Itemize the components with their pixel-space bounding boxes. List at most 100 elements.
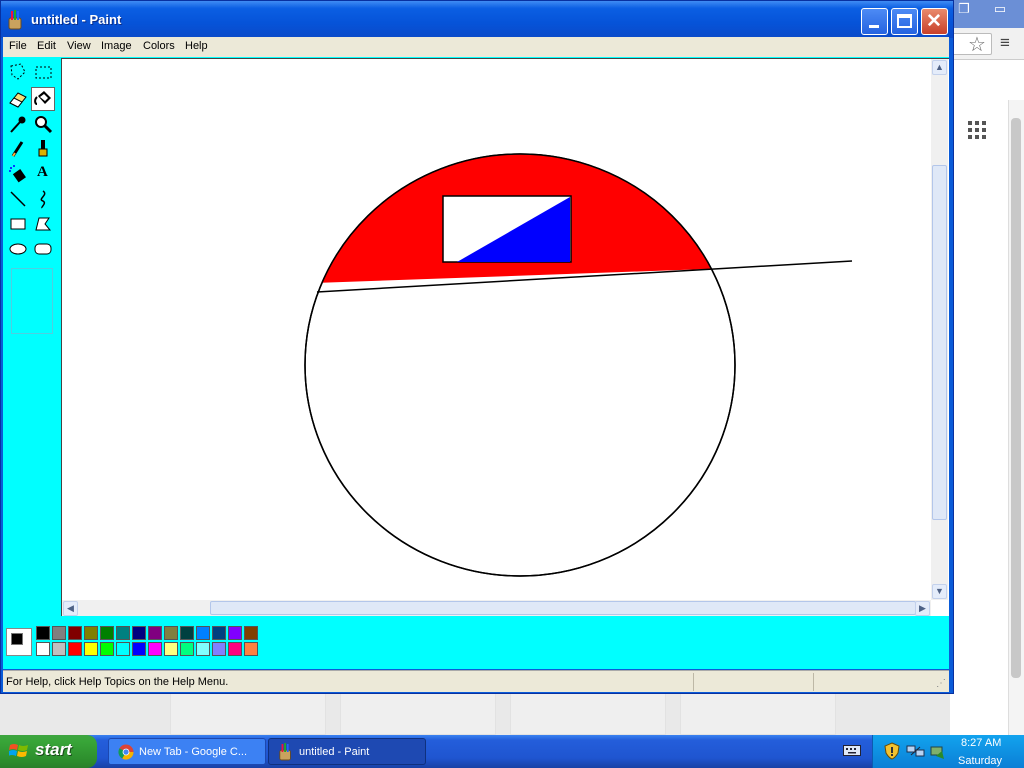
minimize-button[interactable] bbox=[861, 8, 888, 35]
tool-options-box[interactable] bbox=[11, 268, 53, 334]
current-colors-box[interactable] bbox=[6, 628, 32, 656]
palette-swatch[interactable] bbox=[228, 626, 242, 640]
taskbar-button-paint[interactable]: untitled - Paint bbox=[268, 738, 426, 765]
scroll-down-icon[interactable]: ▼ bbox=[932, 584, 947, 599]
resize-grip-icon[interactable]: ⋰ bbox=[936, 678, 946, 689]
apps-grid-icon[interactable] bbox=[968, 121, 986, 142]
palette-swatch[interactable] bbox=[68, 626, 82, 640]
palette-swatch[interactable] bbox=[116, 642, 130, 656]
security-shield-icon[interactable] bbox=[884, 742, 900, 763]
pick-color-icon[interactable] bbox=[6, 112, 30, 136]
drawing-canvas[interactable] bbox=[61, 58, 949, 616]
menu-icon[interactable]: ≡ bbox=[1000, 33, 1010, 53]
airbrush-icon[interactable] bbox=[6, 162, 30, 186]
status-separator bbox=[813, 673, 814, 691]
palette-swatch[interactable] bbox=[52, 642, 66, 656]
foreground-color bbox=[11, 633, 23, 645]
chrome-icon bbox=[118, 744, 134, 763]
menu-edit[interactable]: Edit bbox=[37, 40, 56, 52]
palette-swatch[interactable] bbox=[244, 642, 258, 656]
vertical-scroll-thumb[interactable] bbox=[932, 165, 947, 520]
minimize-icon[interactable]: ▭ bbox=[988, 0, 1012, 18]
palette-swatch[interactable] bbox=[148, 642, 162, 656]
close-icon: ✕ bbox=[926, 11, 942, 32]
taskbar-button-chrome[interactable]: New Tab - Google C... bbox=[108, 738, 266, 765]
palette-swatch[interactable] bbox=[196, 642, 210, 656]
palette-swatch[interactable] bbox=[180, 642, 194, 656]
canvas-drawing bbox=[304, 153, 853, 577]
palette-swatch[interactable] bbox=[244, 626, 258, 640]
line-icon[interactable] bbox=[6, 187, 30, 211]
curve-icon[interactable] bbox=[31, 187, 55, 211]
ellipse-icon[interactable] bbox=[6, 237, 30, 261]
chrome-tile[interactable] bbox=[510, 692, 666, 735]
menu-colors[interactable]: Colors bbox=[143, 40, 175, 52]
close-button[interactable]: ✕ bbox=[921, 8, 948, 35]
chrome-tile[interactable] bbox=[170, 692, 326, 735]
clock-time[interactable]: 8:27 AM bbox=[961, 737, 1001, 749]
scroll-left-icon[interactable]: ◀ bbox=[63, 601, 78, 616]
palette-swatch[interactable] bbox=[164, 642, 178, 656]
palette-swatch[interactable] bbox=[132, 642, 146, 656]
chrome-tile[interactable] bbox=[340, 692, 496, 735]
menu-file[interactable]: File bbox=[9, 40, 27, 52]
scroll-up-icon[interactable]: ▲ bbox=[932, 60, 947, 75]
brush-icon[interactable] bbox=[31, 137, 55, 161]
palette-swatch[interactable] bbox=[100, 642, 114, 656]
taskbar-label: New Tab - Google C... bbox=[139, 746, 248, 758]
chrome-scroll-thumb[interactable] bbox=[1011, 118, 1021, 678]
taskbar-label: untitled - Paint bbox=[299, 746, 370, 758]
menu-bar: File Edit View Image Colors Help bbox=[3, 37, 949, 57]
palette-swatch[interactable] bbox=[180, 626, 194, 640]
maximize-icon bbox=[897, 14, 912, 28]
fill-with-color-icon[interactable] bbox=[31, 87, 55, 111]
chrome-tile[interactable] bbox=[680, 692, 836, 735]
free-form-select-icon[interactable] bbox=[6, 60, 30, 84]
palette-swatch[interactable] bbox=[132, 626, 146, 640]
windows-logo-icon bbox=[8, 742, 29, 763]
rounded-rectangle-icon[interactable] bbox=[31, 237, 55, 261]
palette-swatch[interactable] bbox=[36, 642, 50, 656]
title-bar[interactable]: untitled - Paint ✕ bbox=[1, 1, 953, 38]
status-bar: For Help, click Help Topics on the Help … bbox=[3, 670, 949, 692]
restore-icon[interactable]: ❐ bbox=[952, 0, 976, 18]
window-title: untitled - Paint bbox=[31, 12, 122, 27]
select-icon[interactable] bbox=[31, 60, 55, 84]
palette-swatch[interactable] bbox=[212, 642, 226, 656]
eraser-icon[interactable] bbox=[6, 87, 30, 111]
minimize-icon bbox=[869, 25, 879, 28]
status-text: For Help, click Help Topics on the Help … bbox=[6, 676, 229, 688]
safely-remove-icon[interactable] bbox=[928, 742, 946, 763]
palette-swatch[interactable] bbox=[116, 626, 130, 640]
horizontal-scroll-thumb[interactable] bbox=[210, 601, 916, 615]
palette-swatch[interactable] bbox=[84, 642, 98, 656]
magnifier-icon[interactable] bbox=[31, 112, 55, 136]
palette-swatch[interactable] bbox=[36, 626, 50, 640]
scroll-right-icon[interactable]: ▶ bbox=[915, 601, 930, 616]
polygon-icon[interactable] bbox=[31, 212, 55, 236]
text-icon[interactable]: A bbox=[31, 162, 55, 186]
palette-swatch[interactable] bbox=[84, 626, 98, 640]
paint-icon bbox=[7, 10, 25, 30]
palette-swatch[interactable] bbox=[68, 642, 82, 656]
palette-swatch[interactable] bbox=[148, 626, 162, 640]
palette-swatch[interactable] bbox=[52, 626, 66, 640]
start-label: start bbox=[35, 740, 72, 759]
network-icon[interactable] bbox=[906, 743, 926, 762]
palette-swatch[interactable] bbox=[164, 626, 178, 640]
rectangle-icon[interactable] bbox=[6, 212, 30, 236]
menu-image[interactable]: Image bbox=[101, 40, 132, 52]
palette-swatch[interactable] bbox=[212, 626, 226, 640]
maximize-button[interactable] bbox=[891, 8, 918, 35]
palette-swatch[interactable] bbox=[100, 626, 114, 640]
keyboard-icon[interactable] bbox=[843, 743, 861, 760]
pencil-icon[interactable] bbox=[6, 137, 30, 161]
menu-view[interactable]: View bbox=[67, 40, 91, 52]
palette-swatch[interactable] bbox=[228, 642, 242, 656]
paint-icon bbox=[278, 743, 294, 764]
menu-help[interactable]: Help bbox=[185, 40, 208, 52]
toolbox: A bbox=[4, 60, 58, 616]
star-icon[interactable]: ☆ bbox=[968, 32, 986, 57]
palette-swatch[interactable] bbox=[196, 626, 210, 640]
clock-day: Saturday bbox=[958, 755, 1003, 767]
